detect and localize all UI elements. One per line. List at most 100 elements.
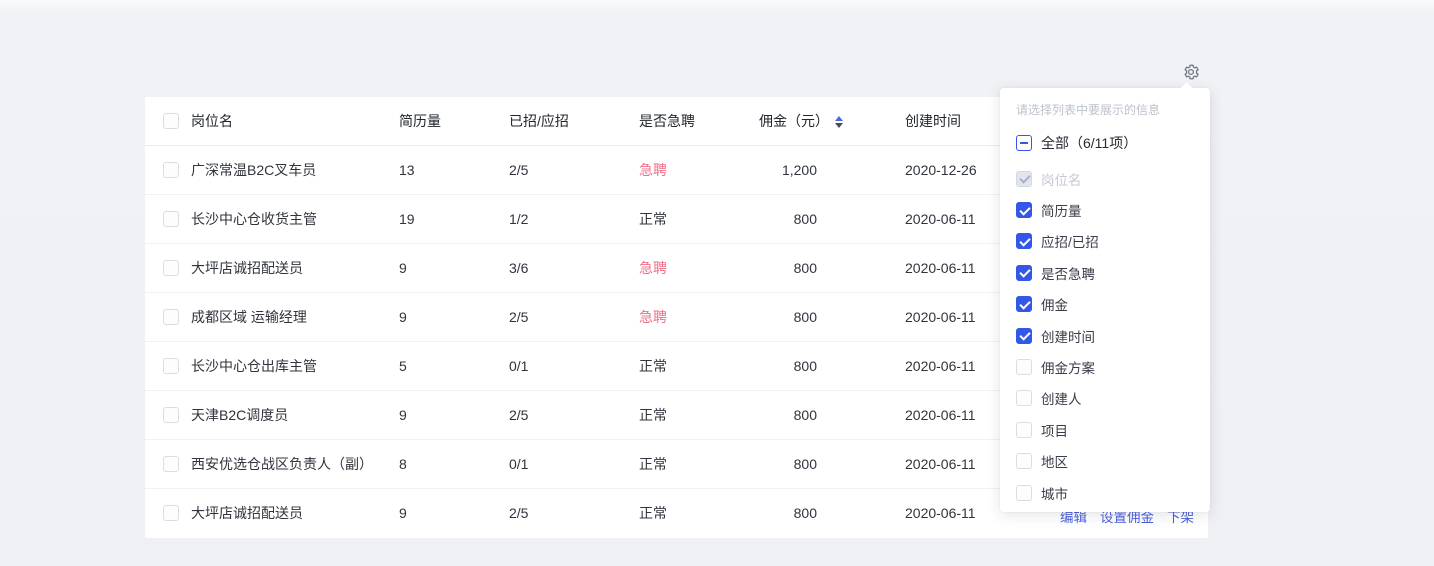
- cell-ratio: 2/5: [509, 145, 639, 194]
- row-checkbox[interactable]: [163, 505, 179, 521]
- cell-commission: 800: [759, 439, 889, 488]
- row-checkbox[interactable]: [163, 407, 179, 423]
- cell-urgent: 正常: [639, 439, 759, 488]
- cell-commission: 800: [759, 243, 889, 292]
- cell-commission: 800: [759, 488, 889, 537]
- cell-urgent: 正常: [639, 194, 759, 243]
- column-header-label: 创建时间: [905, 113, 961, 129]
- column-header-ratio: 已招/应招: [509, 97, 639, 145]
- panel-title: 请选择列表中要展示的信息: [1016, 101, 1194, 118]
- cell-urgent: 急聘: [639, 243, 759, 292]
- column-toggle-item: 岗位名: [1016, 163, 1194, 194]
- column-toggle-label: 创建时间: [1041, 326, 1095, 346]
- cell-resumes: 9: [399, 243, 509, 292]
- column-toggle-item[interactable]: 地区: [1016, 446, 1194, 477]
- column-toggle-item[interactable]: 简历量: [1016, 194, 1194, 225]
- cell-name: 长沙中心仓出库主管: [191, 341, 399, 390]
- column-toggle-checkbox[interactable]: [1016, 359, 1032, 375]
- column-toggle-checkbox[interactable]: [1016, 233, 1032, 249]
- column-toggle-item[interactable]: 佣金方案: [1016, 351, 1194, 382]
- column-header-label: 简历量: [399, 113, 441, 129]
- cell-resumes: 5: [399, 341, 509, 390]
- column-settings-gear-button[interactable]: [1181, 62, 1201, 82]
- row-checkbox[interactable]: [163, 309, 179, 325]
- cell-ratio: 2/5: [509, 292, 639, 341]
- row-checkbox[interactable]: [163, 211, 179, 227]
- column-toggle-checkbox[interactable]: [1016, 485, 1032, 501]
- cell-name: 成都区域 运输经理: [191, 292, 399, 341]
- column-toggle-item[interactable]: 创建时间: [1016, 320, 1194, 351]
- column-toggle-label: 城市: [1041, 483, 1068, 503]
- cell-name: 西安优选仓战区负责人（副）: [191, 439, 399, 488]
- column-toggle-checkbox[interactable]: [1016, 296, 1032, 312]
- cell-ratio: 0/1: [509, 439, 639, 488]
- cell-name: 天津B2C调度员: [191, 390, 399, 439]
- cell-urgent: 急聘: [639, 145, 759, 194]
- column-toggle-checkbox[interactable]: [1016, 422, 1032, 438]
- column-toggle-checkbox: [1016, 171, 1032, 187]
- column-toggle-label: 佣金: [1041, 294, 1068, 314]
- column-toggle-label: 岗位名: [1041, 169, 1082, 189]
- column-header-urgent: 是否急聘: [639, 97, 759, 145]
- column-header-commission[interactable]: 佣金（元）: [759, 97, 889, 145]
- select-all-columns-label: 全部（6/11项）: [1041, 133, 1137, 153]
- cell-name: 长沙中心仓收货主管: [191, 194, 399, 243]
- cell-commission: 800: [759, 194, 889, 243]
- cell-resumes: 9: [399, 292, 509, 341]
- cell-ratio: 2/5: [509, 390, 639, 439]
- cell-commission: 800: [759, 341, 889, 390]
- select-all-columns-row[interactable]: 全部（6/11项）: [1016, 131, 1194, 155]
- column-toggle-checkbox[interactable]: [1016, 202, 1032, 218]
- cell-urgent: 正常: [639, 390, 759, 439]
- column-header-label: 是否急聘: [639, 113, 695, 129]
- column-toggle-label: 是否急聘: [1041, 263, 1095, 283]
- cell-resumes: 8: [399, 439, 509, 488]
- cell-ratio: 0/1: [509, 341, 639, 390]
- panel-arrow-notch: [1180, 82, 1193, 95]
- column-toggle-label: 简历量: [1041, 200, 1082, 220]
- column-toggle-checkbox[interactable]: [1016, 265, 1032, 281]
- column-toggle-label: 项目: [1041, 420, 1068, 440]
- column-toggle-label: 地区: [1041, 451, 1068, 471]
- cell-name: 广深常温B2C叉车员: [191, 145, 399, 194]
- cell-ratio: 2/5: [509, 488, 639, 537]
- column-toggle-item[interactable]: 项目: [1016, 414, 1194, 445]
- column-toggle-item[interactable]: 城市: [1016, 477, 1194, 508]
- sort-toggle-icon[interactable]: [835, 116, 843, 128]
- gear-icon: [1182, 63, 1200, 81]
- select-all-columns-checkbox[interactable]: [1016, 135, 1032, 151]
- sort-asc-icon: [835, 116, 843, 121]
- column-header-label: 已招/应招: [509, 113, 569, 129]
- column-toggle-item[interactable]: 应招/已招: [1016, 226, 1194, 257]
- cell-name: 大坪店诚招配送员: [191, 488, 399, 537]
- row-checkbox[interactable]: [163, 358, 179, 374]
- column-toggle-item[interactable]: 创建人: [1016, 383, 1194, 414]
- row-checkbox[interactable]: [163, 456, 179, 472]
- column-toggle-checkbox[interactable]: [1016, 390, 1032, 406]
- cell-commission: 800: [759, 390, 889, 439]
- cell-resumes: 9: [399, 488, 509, 537]
- cell-ratio: 3/6: [509, 243, 639, 292]
- sort-desc-icon: [835, 123, 843, 128]
- row-checkbox[interactable]: [163, 260, 179, 276]
- column-toggle-label: 应招/已招: [1041, 231, 1099, 251]
- select-all-rows-checkbox[interactable]: [163, 113, 179, 129]
- column-toggle-item[interactable]: 是否急聘: [1016, 257, 1194, 288]
- cell-resumes: 13: [399, 145, 509, 194]
- column-header-label: 佣金（元）: [759, 113, 829, 129]
- cell-ratio: 1/2: [509, 194, 639, 243]
- cell-commission: 800: [759, 292, 889, 341]
- column-toggle-checkbox[interactable]: [1016, 453, 1032, 469]
- column-header-name: 岗位名: [191, 97, 399, 145]
- column-header-label: 岗位名: [191, 113, 233, 129]
- cell-resumes: 9: [399, 390, 509, 439]
- cell-commission: 1,200: [759, 145, 889, 194]
- column-header-resumes: 简历量: [399, 97, 509, 145]
- cell-urgent: 正常: [639, 341, 759, 390]
- column-toggle-label: 佣金方案: [1041, 357, 1095, 377]
- cell-resumes: 19: [399, 194, 509, 243]
- cell-name: 大坪店诚招配送员: [191, 243, 399, 292]
- column-toggle-checkbox[interactable]: [1016, 328, 1032, 344]
- row-checkbox[interactable]: [163, 162, 179, 178]
- column-toggle-item[interactable]: 佣金: [1016, 289, 1194, 320]
